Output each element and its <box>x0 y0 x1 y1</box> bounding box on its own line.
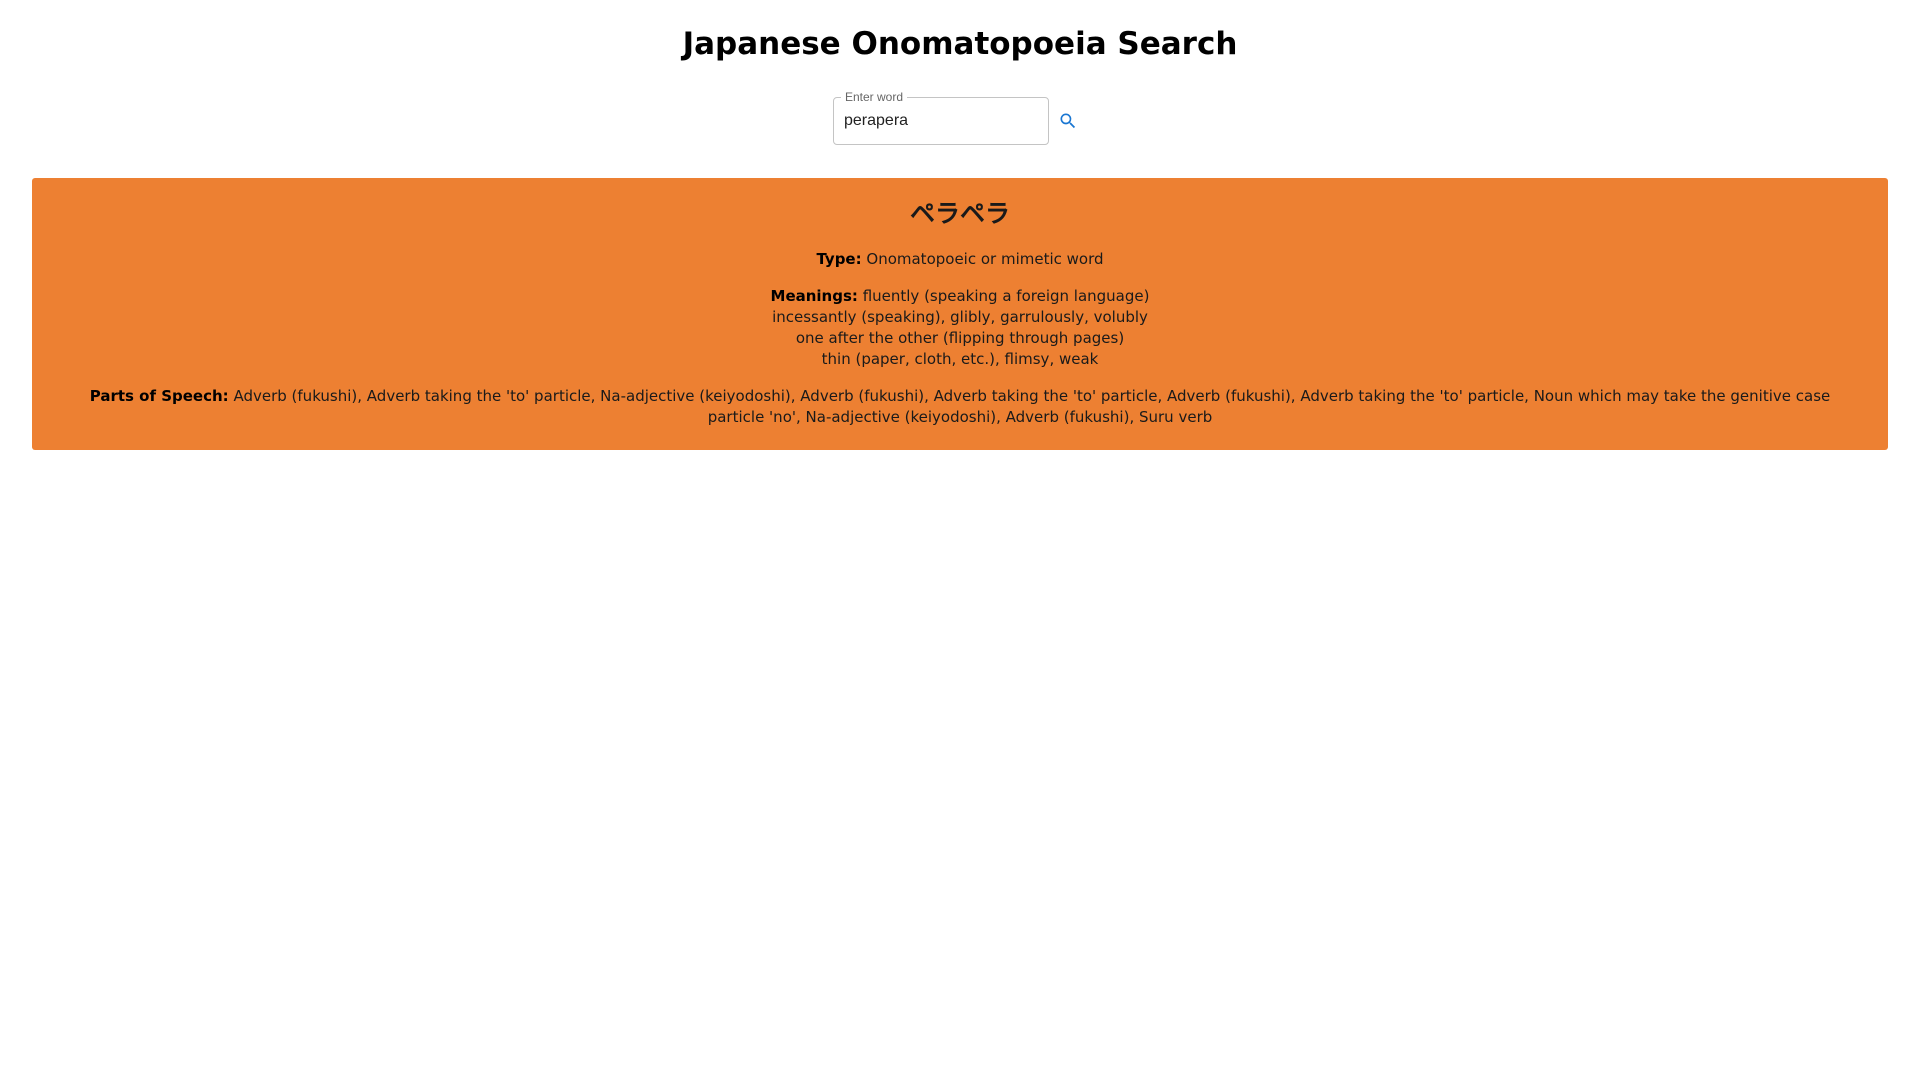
pos-label: Parts of Speech: <box>89 387 229 405</box>
meaning-line: Meanings: fluently (speaking a foreign l… <box>62 286 1858 307</box>
page-title: Japanese Onomatopoeia Search <box>682 26 1238 62</box>
result-parts-of-speech: Parts of Speech: Adverb (fukushi), Adver… <box>62 386 1858 428</box>
meanings-label: Meanings: <box>770 287 858 305</box>
search-bar: Enter word <box>833 89 1081 146</box>
search-icon <box>1060 113 1076 129</box>
search-input[interactable] <box>834 98 1048 144</box>
meaning-line: thin (paper, cloth, etc.), flimsy, weak <box>821 350 1099 368</box>
meaning-line: incessantly (speaking), glibly, garrulou… <box>772 308 1148 326</box>
result-card: ペラペラ Type: Onomatopoeic or mimetic word … <box>32 178 1888 450</box>
meaning-text: fluently (speaking a foreign language) <box>862 287 1150 305</box>
type-value: Onomatopoeic or mimetic word <box>866 250 1104 268</box>
search-field[interactable]: Enter word <box>833 89 1049 145</box>
pos-value: Adverb (fukushi), Adverb taking the 'to'… <box>233 387 1831 426</box>
result-meanings: Meanings: fluently (speaking a foreign l… <box>62 286 1858 370</box>
page: Japanese Onomatopoeia Search Enter word … <box>0 0 1920 1080</box>
meaning-line: one after the other (flipping through pa… <box>795 329 1125 347</box>
result-word: ペラペラ <box>909 199 1010 228</box>
type-label: Type: <box>816 250 862 268</box>
result-type: Type: Onomatopoeic or mimetic word <box>62 249 1858 270</box>
search-button[interactable] <box>1055 108 1081 134</box>
